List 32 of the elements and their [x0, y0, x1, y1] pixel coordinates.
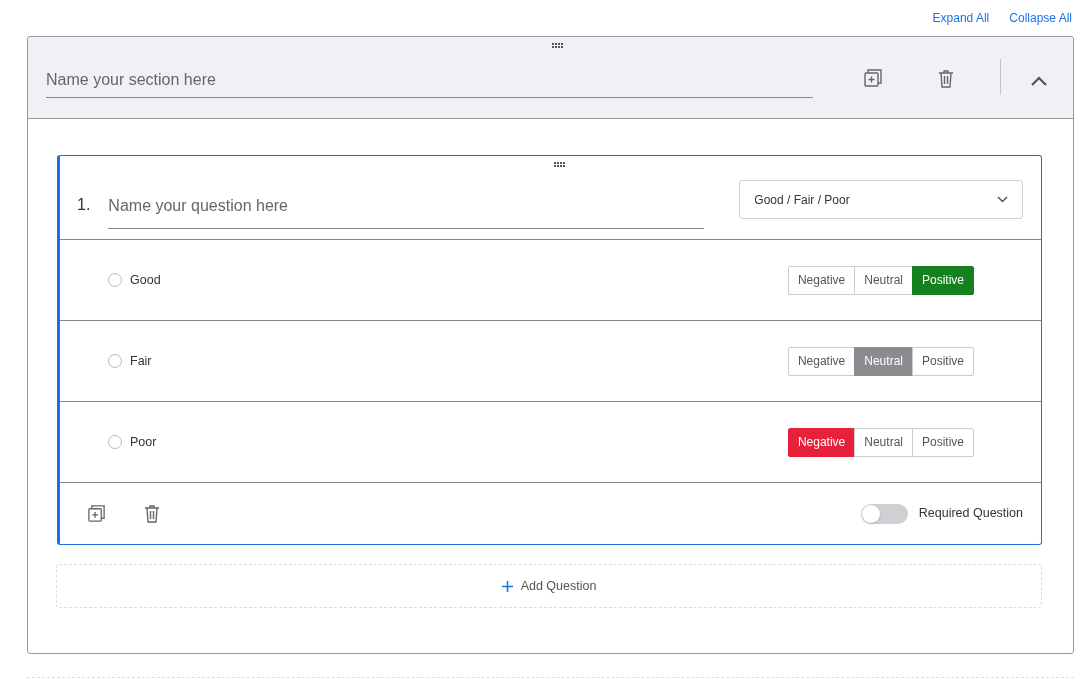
- text-input[interactable]: Name your section here: [46, 68, 813, 92]
- toggle-switch[interactable]: [860, 503, 908, 524]
- plus-icon: [501, 580, 513, 592]
- trash-icon[interactable]: [144, 504, 160, 523]
- sentiment-toggle[interactable]: Positive: [911, 427, 974, 457]
- chevron-icon: [1031, 76, 1047, 86]
- sentiment-toggle[interactable]: Neutral: [854, 427, 913, 457]
- duplicate-icon[interactable]: [863, 68, 883, 88]
- question-title-field[interactable]: Name your question here: [108, 194, 705, 229]
- sentiment-toggle[interactable]: Neutral: [854, 265, 913, 295]
- drag-handle-icon[interactable]: [554, 162, 566, 168]
- question-number: 1.: [77, 195, 91, 215]
- chevron-down-icon: [997, 196, 1009, 203]
- text-input[interactable]: Name your question here: [108, 194, 705, 218]
- question-type-dropdown[interactable]: Good / Fair / Poor: [739, 180, 1024, 219]
- sentiment-toggle[interactable]: Negative: [787, 265, 856, 295]
- toolbar-link[interactable]: Expand All: [932, 11, 990, 36]
- section-title-field[interactable]: Name your section here: [46, 68, 813, 98]
- duplicate-icon[interactable]: [87, 504, 106, 523]
- trash-icon[interactable]: [938, 69, 954, 88]
- sentiment-toggle[interactable]: Negative: [787, 427, 856, 457]
- sentiment-toggle[interactable]: Positive: [911, 265, 974, 295]
- toggle-label: Required Question: [918, 505, 1023, 523]
- option-label: Fair: [130, 352, 152, 370]
- option-label: Poor: [130, 433, 157, 451]
- add-question-button[interactable]: Add Question: [56, 564, 1042, 608]
- option-label: Good: [130, 271, 161, 289]
- sentiment-toggle[interactable]: Positive: [911, 346, 974, 376]
- drag-handle-icon[interactable]: [552, 43, 564, 49]
- collapse-button[interactable]: [1031, 76, 1047, 86]
- toolbar-link[interactable]: Collapse All: [1009, 11, 1072, 36]
- sentiment-toggle[interactable]: Negative: [787, 346, 856, 376]
